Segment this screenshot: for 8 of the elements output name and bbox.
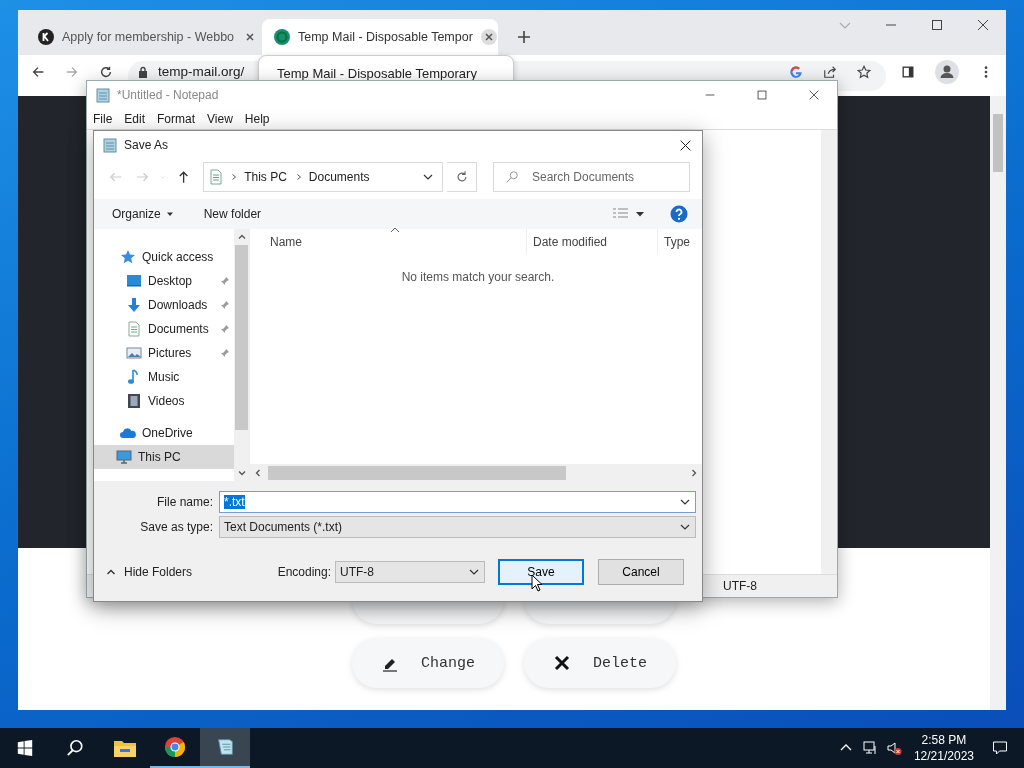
empty-message: No items match your search. <box>400 270 556 286</box>
dialog-title: Save As <box>124 138 169 152</box>
field-label: File name: <box>155 495 214 509</box>
field-label: Save as type: <box>139 520 214 534</box>
field-label: Encoding: <box>277 565 331 579</box>
window-title: *Untitled - Notepad <box>117 87 219 102</box>
url-text: temp-mail.org/ <box>158 65 245 78</box>
encoding-status: UTF-8 <box>723 579 757 593</box>
